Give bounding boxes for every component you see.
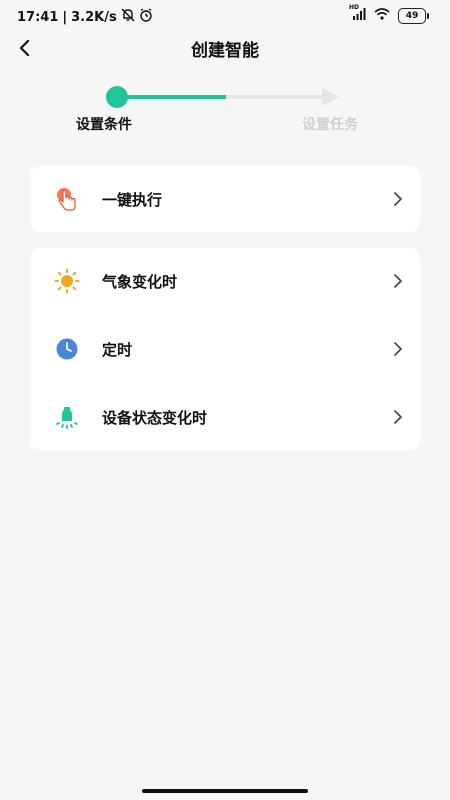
header: 创建智能 xyxy=(0,28,450,68)
step-1-label: 设置条件 xyxy=(76,117,132,133)
status-right: HD 49 xyxy=(349,4,429,24)
stepper: 设置条件 设置任务 xyxy=(0,80,450,140)
condition-label: 定时 xyxy=(102,341,133,359)
signal-hd-label: HD xyxy=(349,4,360,11)
condition-label: 一键执行 xyxy=(102,191,163,209)
tap-hand-icon xyxy=(54,186,80,212)
chevron-right-icon xyxy=(392,273,404,289)
battery-level: 49 xyxy=(405,11,419,21)
condition-item-timer[interactable]: 定时 xyxy=(30,316,420,382)
status-network-speed: 3.2K/s xyxy=(71,9,117,25)
status-time: 17:41 xyxy=(17,9,59,25)
status-left: 17:41 | 3.2K/s xyxy=(17,8,153,26)
mute-icon xyxy=(121,8,135,26)
signal-icon: HD xyxy=(349,4,366,24)
page-title: 创建智能 xyxy=(191,41,259,61)
step-progress-line-inactive xyxy=(226,95,326,99)
condition-item-weather[interactable]: 气象变化时 xyxy=(30,248,420,314)
condition-card-auto: 气象变化时 定时 设备状态变化时 xyxy=(30,248,420,450)
home-indicator[interactable] xyxy=(142,789,308,793)
chevron-right-icon xyxy=(392,409,404,425)
step-2-label: 设置任务 xyxy=(302,117,358,133)
device-bulb-icon xyxy=(54,404,80,430)
step-progress-line-active xyxy=(126,95,226,99)
clock-icon xyxy=(54,336,80,362)
status-divider: | xyxy=(62,9,68,25)
step-2-arrow-icon xyxy=(322,88,340,106)
wifi-icon xyxy=(374,8,390,24)
condition-card-manual: 一键执行 xyxy=(30,166,420,232)
chevron-right-icon xyxy=(392,341,404,357)
chevron-right-icon xyxy=(392,191,404,207)
condition-item-one-click[interactable]: 一键执行 xyxy=(30,166,420,232)
condition-item-device-state[interactable]: 设备状态变化时 xyxy=(30,384,420,450)
condition-label: 气象变化时 xyxy=(102,273,178,291)
alarm-icon xyxy=(139,8,153,26)
step-1-indicator xyxy=(106,86,128,108)
condition-label: 设备状态变化时 xyxy=(102,409,208,427)
sun-icon xyxy=(54,268,80,294)
battery-icon: 49 xyxy=(398,8,429,24)
